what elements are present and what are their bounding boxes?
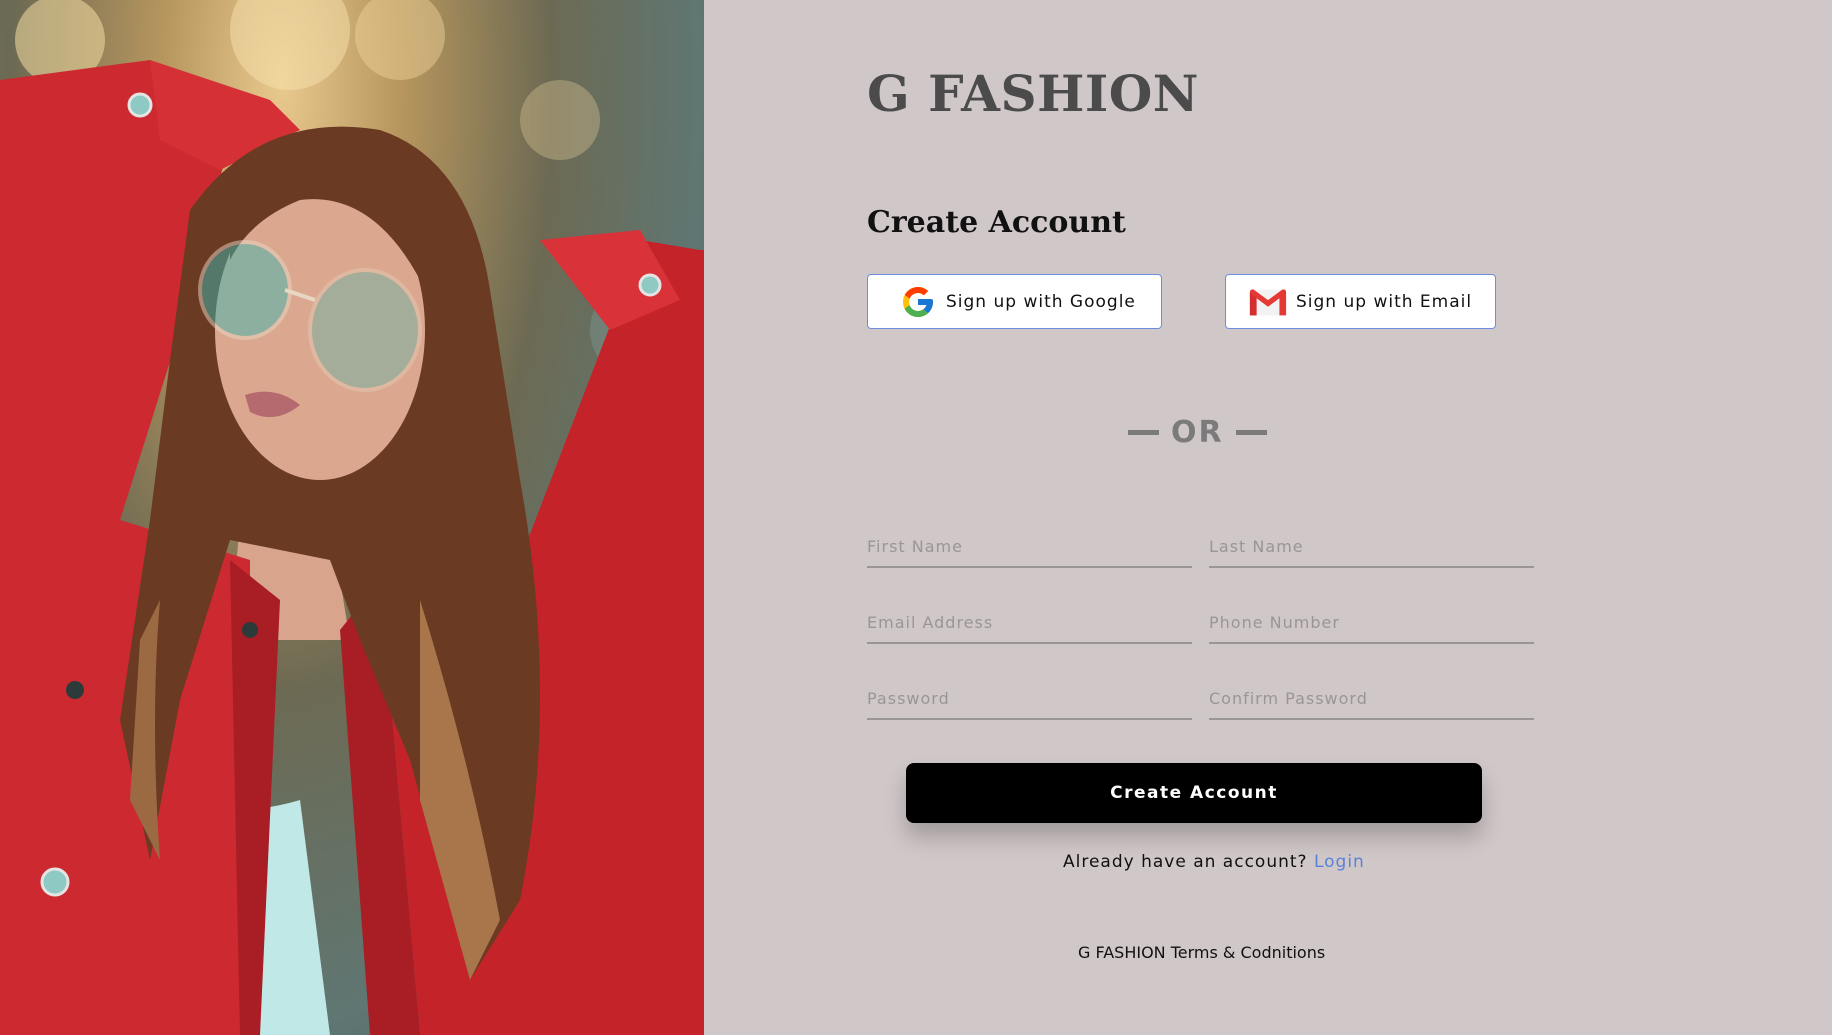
google-logo-icon: [898, 284, 938, 320]
last-name-input[interactable]: [1209, 526, 1534, 568]
phone-input[interactable]: [1209, 602, 1534, 644]
first-name-input[interactable]: [867, 526, 1192, 568]
confirm-password-input[interactable]: [1209, 678, 1534, 720]
hero-photo: [0, 0, 704, 1035]
password-input[interactable]: [867, 678, 1192, 720]
signup-email-label: Sign up with Email: [1296, 291, 1473, 312]
divider-dash-left: [1128, 430, 1159, 435]
signup-google-label: Sign up with Google: [946, 291, 1136, 312]
login-link[interactable]: Login: [1314, 852, 1365, 872]
divider-dash-right: [1235, 430, 1267, 435]
terms-link[interactable]: G FASHION Terms & Codnitions: [1078, 943, 1325, 962]
form-heading: Create Account: [867, 205, 1126, 240]
signup-google-button[interactable]: Sign up with Google: [867, 274, 1162, 329]
signup-email-button[interactable]: Sign up with Email: [1225, 274, 1496, 329]
login-prompt-text: Already have an account?: [1063, 852, 1308, 872]
or-divider: OR: [1128, 415, 1267, 450]
login-prompt: Already have an account? Login: [0, 852, 1832, 872]
brand-logo: G FASHION: [867, 64, 1199, 123]
create-account-button[interactable]: Create Account: [906, 763, 1482, 823]
email-input[interactable]: [867, 602, 1192, 644]
gmail-logo-icon: [1248, 284, 1288, 320]
model-illustration: [0, 0, 704, 1035]
divider-text: OR: [1171, 415, 1224, 450]
